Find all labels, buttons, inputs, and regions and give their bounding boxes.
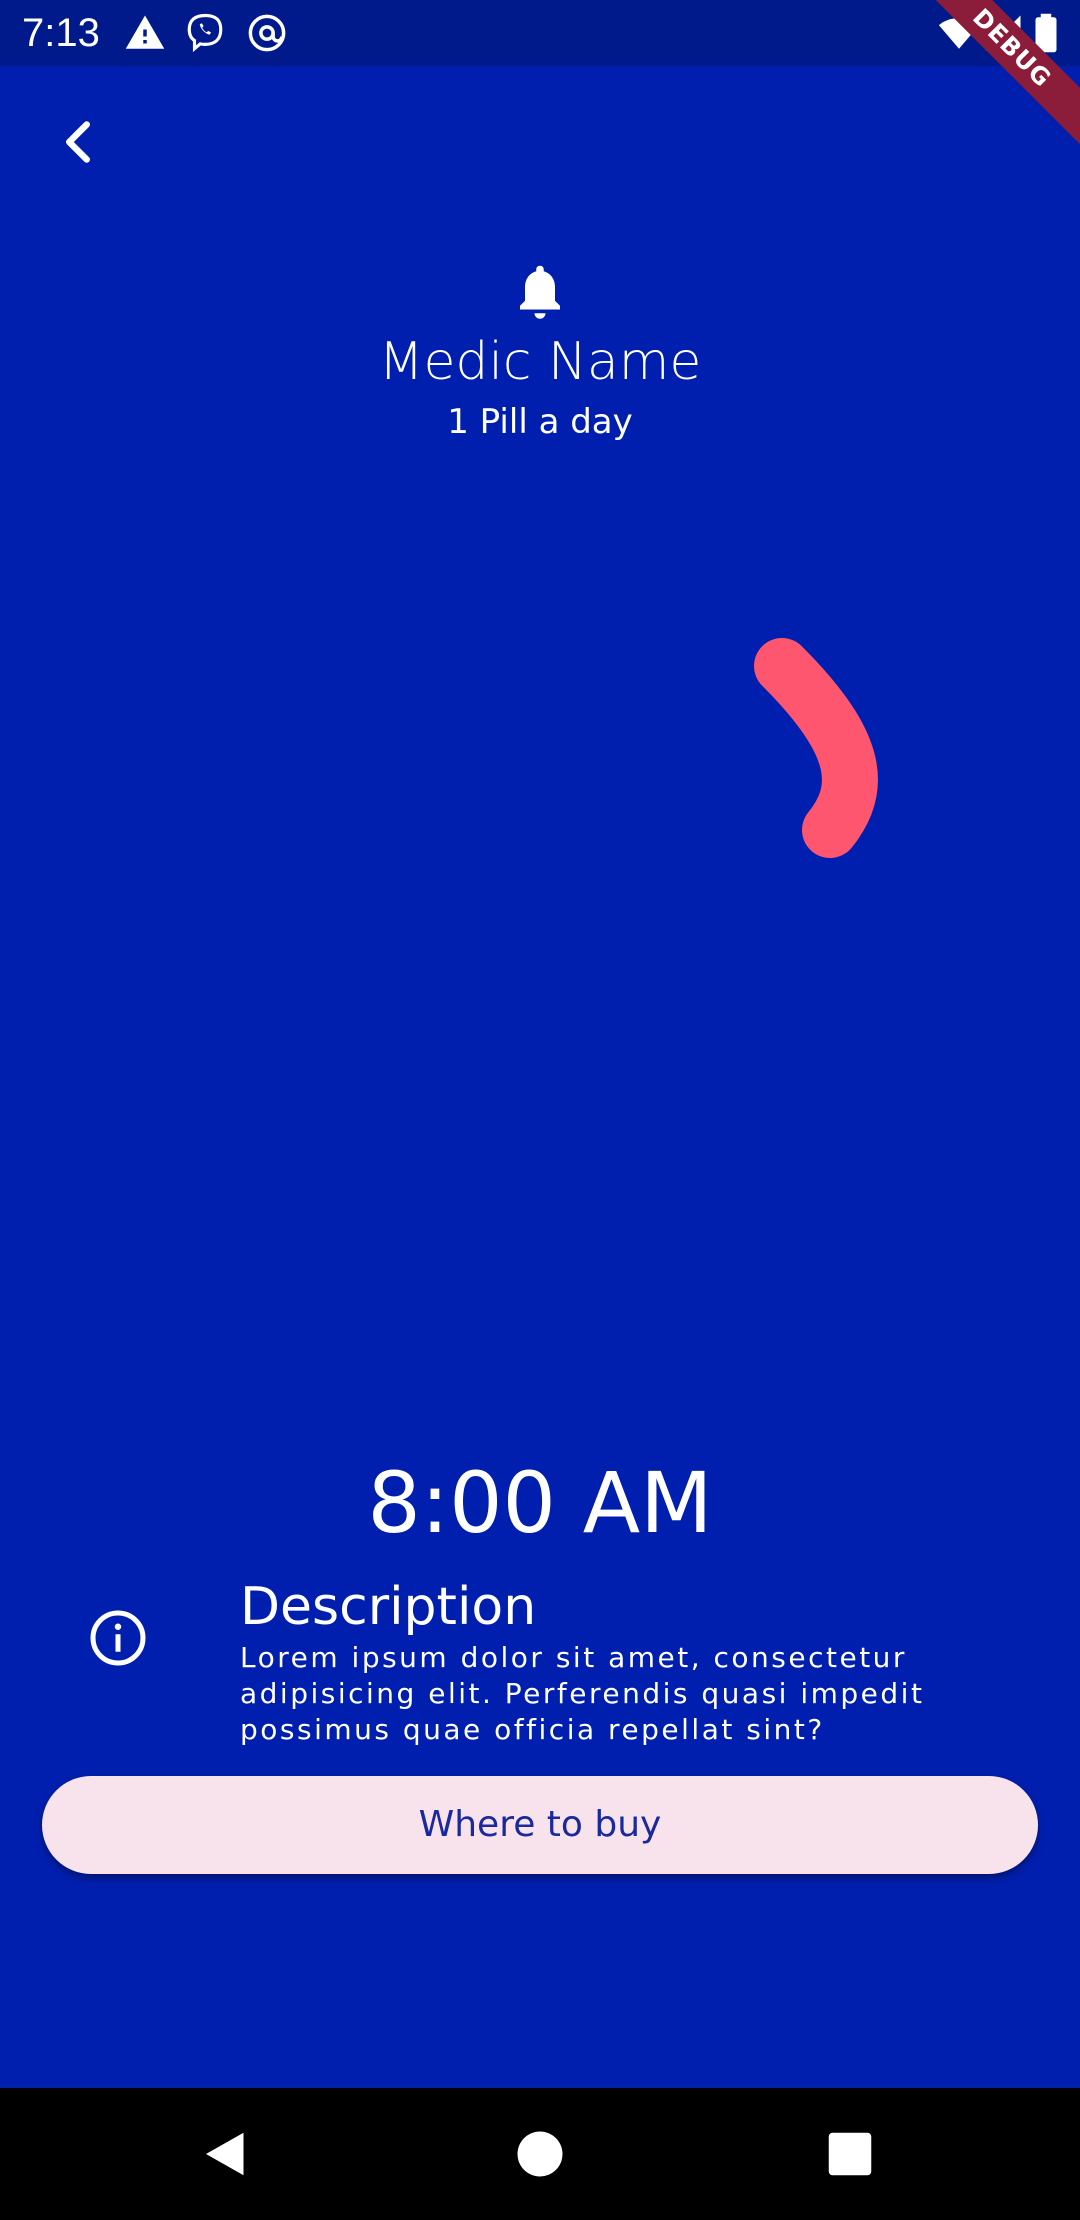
medic-name: Medic Name bbox=[378, 332, 702, 392]
navigation-bar bbox=[0, 2088, 1080, 2220]
description-title: Description bbox=[240, 1577, 537, 1637]
circle-home-icon[interactable] bbox=[510, 2124, 570, 2184]
warning-icon bbox=[125, 15, 165, 49]
triangle-back-icon[interactable] bbox=[196, 2124, 256, 2184]
at-sign-icon bbox=[248, 14, 286, 52]
where-to-buy-button[interactable]: Where to buy bbox=[42, 1776, 1038, 1874]
pill-red-top bbox=[413, 512, 851, 950]
status-time: 7:13 bbox=[22, 11, 100, 55]
pill-highlight bbox=[754, 638, 878, 858]
medication-detail-screen: 7:13 DEBUG Medic Name 1 Pill a day 8:00 … bbox=[0, 0, 1080, 2220]
reminder-time: 8:00 AM bbox=[367, 1454, 713, 1552]
back-button[interactable] bbox=[48, 112, 108, 172]
pill-white-top bbox=[102, 823, 540, 1261]
square-recents-icon[interactable] bbox=[820, 2124, 880, 2184]
bell-icon bbox=[520, 265, 560, 319]
description-text: Lorem ipsum dolor sit amet, consectetur … bbox=[240, 1641, 925, 1746]
capsule-pill-icon bbox=[102, 512, 978, 1388]
dosage-text: 1 Pill a day bbox=[447, 402, 633, 442]
chevron-left-icon bbox=[66, 121, 90, 163]
pill-white-bottom bbox=[229, 950, 667, 1388]
status-bar: 7:13 DEBUG bbox=[0, 0, 1080, 155]
viber-icon bbox=[187, 13, 223, 53]
pill-red-bottom bbox=[540, 639, 978, 1077]
info-icon bbox=[90, 1610, 146, 1666]
